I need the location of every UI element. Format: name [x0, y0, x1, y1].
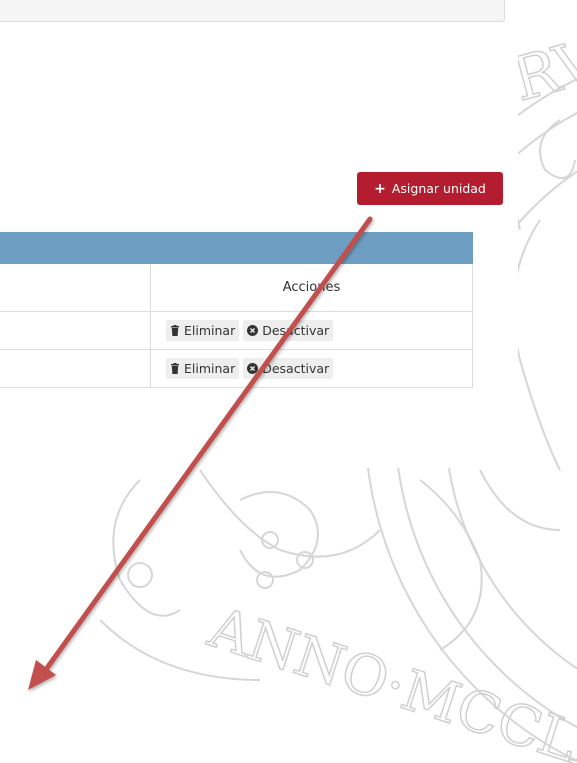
trash-icon	[170, 363, 180, 374]
assign-unit-button[interactable]: + Asignar unidad	[357, 172, 503, 205]
table-row: Eliminar Desactivar	[0, 312, 473, 350]
table-cell-unit	[0, 312, 151, 349]
delete-label: Eliminar	[184, 323, 236, 338]
deactivate-label: Desactivar	[262, 323, 330, 338]
units-table: Acciones Eliminar Desactivar Eliminar De…	[0, 232, 473, 388]
delete-button[interactable]: Eliminar	[166, 358, 240, 379]
table-header-unit	[0, 264, 151, 311]
table-header-row: Acciones	[0, 264, 473, 312]
deactivate-button[interactable]: Desactivar	[243, 358, 334, 379]
table-title-band	[0, 232, 473, 264]
deactivate-button[interactable]: Desactivar	[243, 320, 334, 341]
circle-x-icon	[247, 325, 259, 336]
circle-x-icon	[247, 363, 259, 374]
table-cell-unit	[0, 350, 151, 387]
trash-icon	[170, 325, 180, 336]
delete-label: Eliminar	[184, 361, 236, 376]
delete-button[interactable]: Eliminar	[166, 320, 240, 341]
top-toolbar	[0, 0, 505, 22]
table-header-actions: Acciones	[282, 280, 341, 295]
row-actions: Eliminar Desactivar	[151, 312, 472, 349]
assign-unit-label: Asignar unidad	[391, 181, 486, 196]
table-row: Eliminar Desactivar	[0, 350, 473, 388]
deactivate-label: Desactivar	[262, 361, 330, 376]
row-actions: Eliminar Desactivar	[151, 350, 472, 387]
plus-icon: +	[374, 181, 386, 197]
